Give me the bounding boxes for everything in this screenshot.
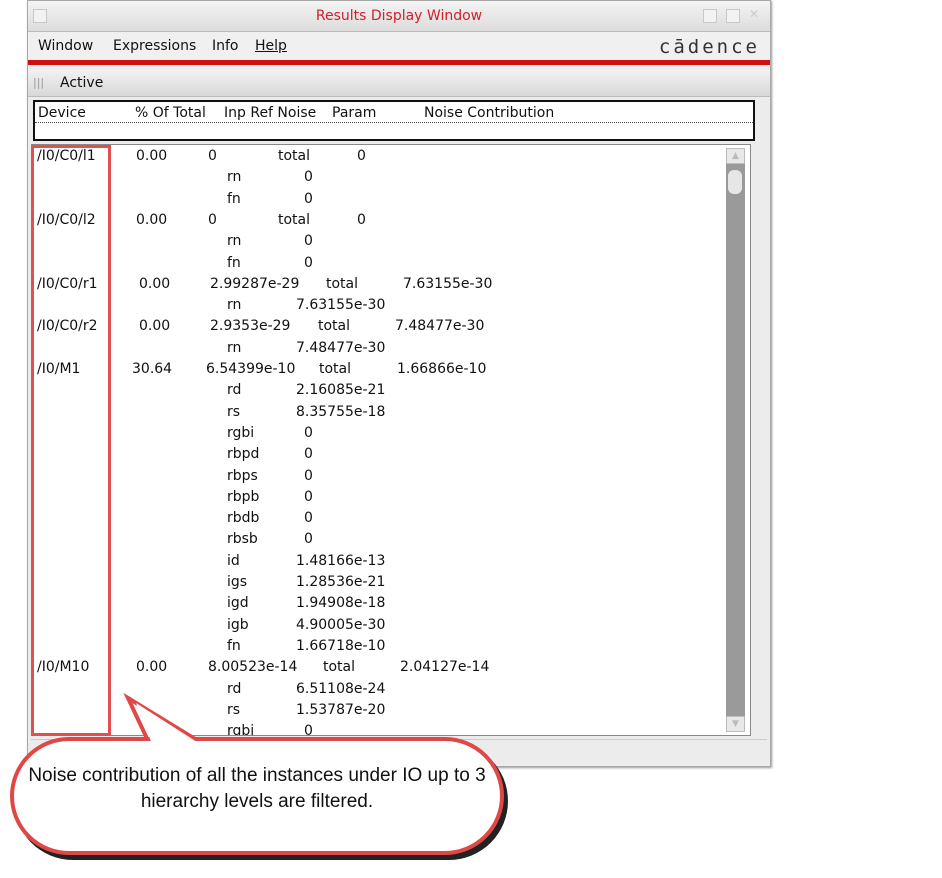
callout-pointer-join [136,703,200,744]
